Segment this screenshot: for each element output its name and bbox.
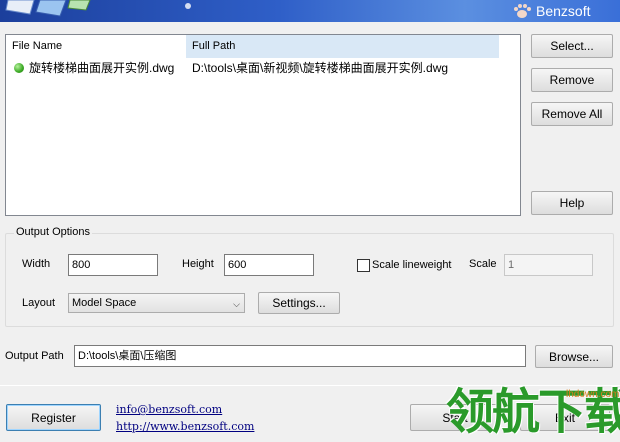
- layout-selected-value: Model Space: [72, 297, 137, 309]
- full-path-cell: D:\tools\桌面\新视频\旋转楼梯曲面展开实例.dwg: [192, 61, 449, 75]
- output-path-label: Output Path: [5, 350, 64, 362]
- file-name-cell: 旋转楼梯曲面展开实例.dwg: [29, 61, 175, 75]
- select-button[interactable]: Select...: [531, 34, 613, 58]
- scale-label: Scale: [469, 258, 497, 270]
- scale-input[interactable]: 1: [504, 254, 593, 276]
- remove-button[interactable]: Remove: [531, 68, 613, 92]
- register-button[interactable]: Register: [6, 404, 101, 431]
- status-ok-icon: [14, 63, 24, 73]
- exit-button[interactable]: Exit: [520, 404, 610, 431]
- file-list[interactable]: File Name Full Path 旋转楼梯曲面展开实例.dwg D:\to…: [5, 34, 521, 216]
- product-logo-icon: [5, 0, 191, 17]
- remove-all-button[interactable]: Remove All: [531, 102, 613, 126]
- paw-icon: [514, 4, 531, 18]
- layout-select[interactable]: Model Space ⌵: [68, 293, 245, 313]
- file-row[interactable]: 旋转楼梯曲面展开实例.dwg D:\tools\桌面\新视频\旋转楼梯曲面展开实…: [6, 59, 520, 77]
- file-list-header: File Name Full Path: [6, 35, 520, 58]
- height-input[interactable]: 600: [224, 254, 314, 276]
- scale-lineweight-checkbox[interactable]: [357, 259, 370, 272]
- brand-text: Benzsoft: [536, 3, 591, 19]
- column-file-name[interactable]: File Name: [6, 35, 186, 58]
- column-full-path[interactable]: Full Path: [186, 35, 499, 58]
- header-banner: Benzsoft: [0, 0, 620, 22]
- width-input[interactable]: 800: [68, 254, 158, 276]
- scale-lineweight-label[interactable]: Scale lineweight: [372, 259, 452, 271]
- output-path-input[interactable]: D:\tools\桌面\压缩图: [74, 345, 526, 367]
- email-link[interactable]: info@benzsoft.com: [116, 403, 222, 416]
- height-label: Height: [182, 258, 214, 270]
- layout-label: Layout: [22, 297, 56, 309]
- browse-button[interactable]: Browse...: [535, 345, 613, 368]
- chevron-down-icon: ⌵: [233, 299, 240, 309]
- website-link[interactable]: http://www.benzsoft.com: [116, 420, 254, 433]
- output-options-title: Output Options: [14, 226, 92, 238]
- settings-button[interactable]: Settings...: [258, 292, 340, 314]
- watermark-domain: lhdown.com: [566, 389, 620, 400]
- footer-divider: [0, 385, 620, 386]
- brand-label: Benzsoft: [512, 0, 590, 22]
- start-button[interactable]: Start: [410, 404, 500, 431]
- width-label: Width: [22, 258, 51, 270]
- help-button[interactable]: Help: [531, 191, 613, 215]
